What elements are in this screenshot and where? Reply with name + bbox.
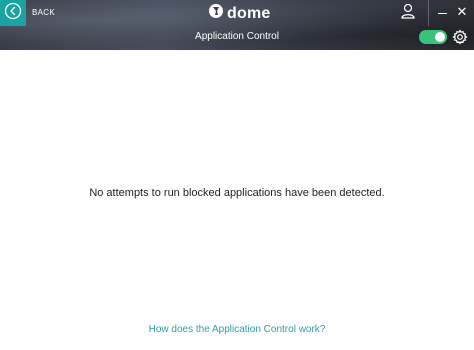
titlebar-divider bbox=[428, 0, 429, 26]
dome-logo-icon bbox=[208, 3, 227, 24]
chevron-left-circle-icon bbox=[4, 2, 22, 25]
user-icon bbox=[401, 3, 415, 24]
page-title: Application Control bbox=[195, 31, 279, 42]
app-header: BACK dome ✕ Application Control bbox=[0, 0, 474, 50]
close-button[interactable]: ✕ bbox=[455, 5, 469, 19]
logo-text: dome bbox=[227, 4, 271, 22]
back-label[interactable]: BACK bbox=[32, 8, 55, 17]
back-button[interactable] bbox=[0, 0, 26, 26]
title-bar: BACK dome ✕ bbox=[0, 0, 474, 26]
close-icon: ✕ bbox=[456, 4, 468, 19]
settings-button[interactable] bbox=[452, 29, 468, 45]
user-button[interactable] bbox=[398, 3, 418, 24]
toggle-knob bbox=[435, 32, 445, 42]
no-detections-message: No attempts to run blocked applications … bbox=[89, 187, 385, 199]
application-control-toggle[interactable] bbox=[419, 30, 447, 44]
gear-icon bbox=[452, 29, 468, 49]
minimize-button[interactable] bbox=[436, 6, 450, 20]
help-link[interactable]: How does the Application Control work? bbox=[0, 324, 474, 335]
dome-logo: dome bbox=[208, 3, 270, 24]
